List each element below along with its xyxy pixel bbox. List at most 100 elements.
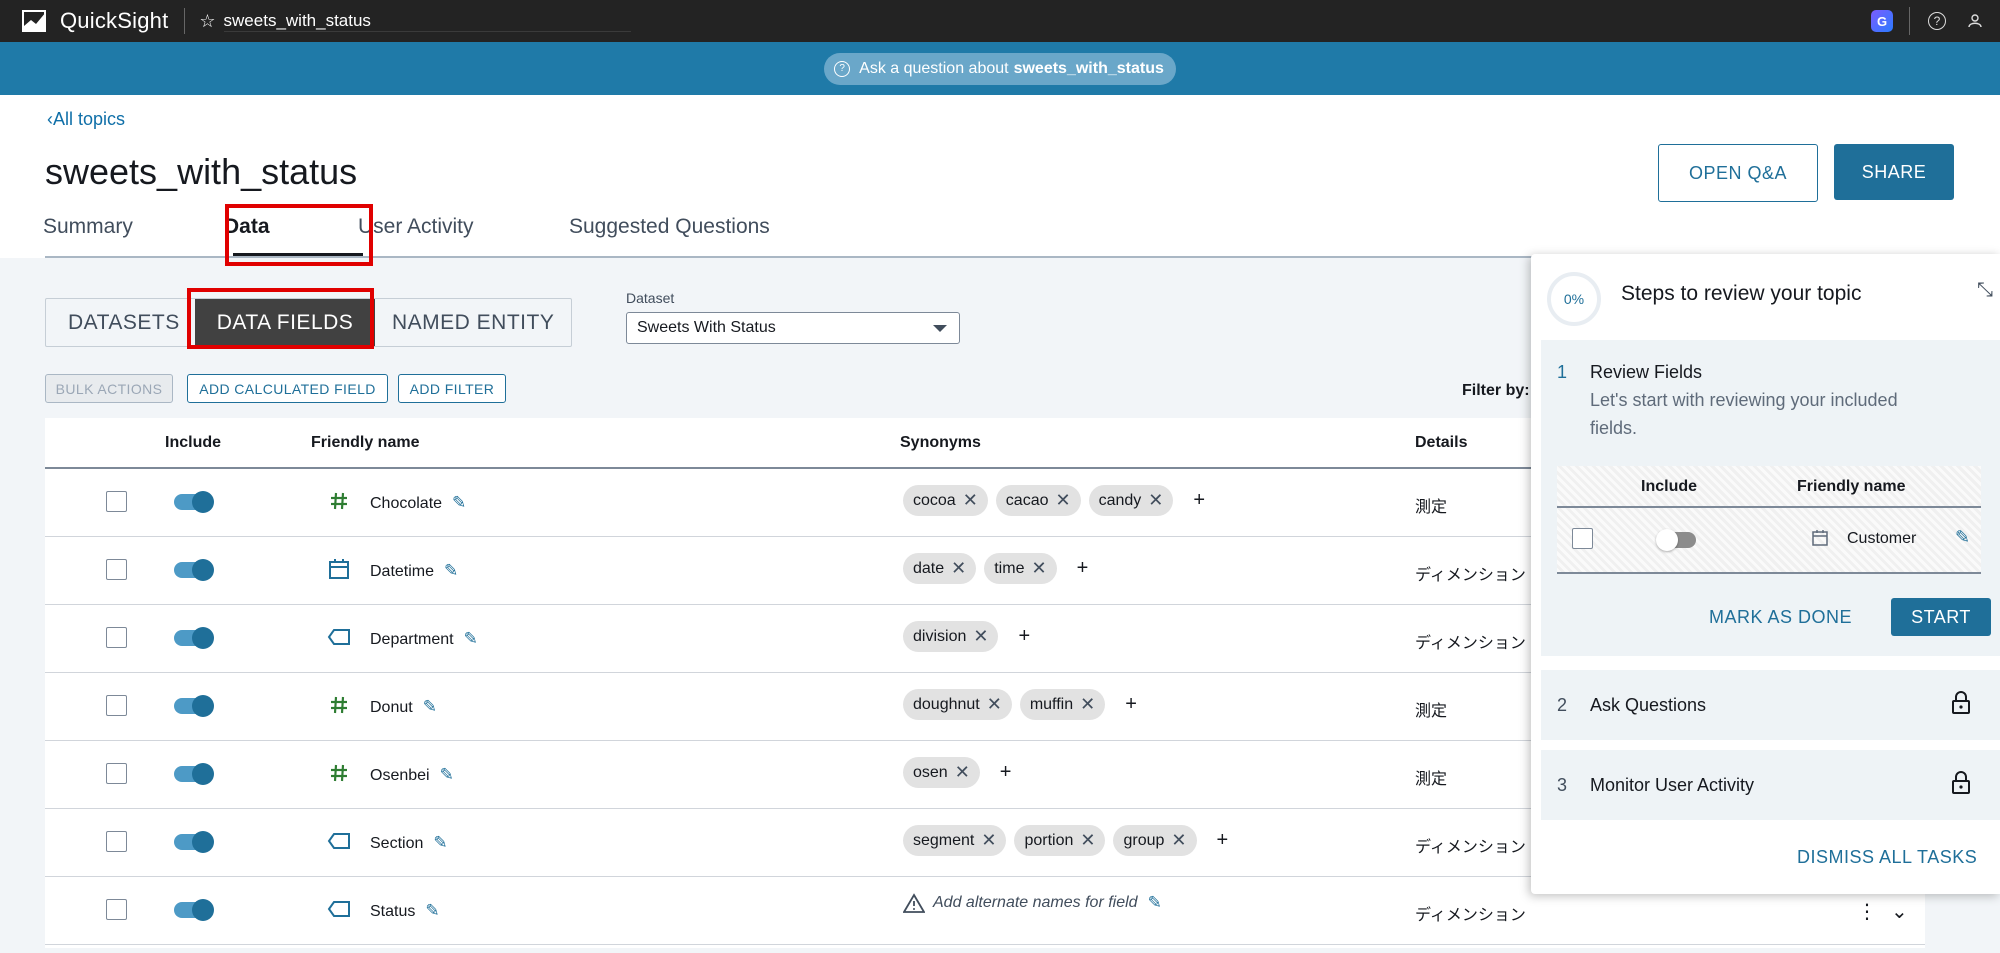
quicksight-logo[interactable]: QuickSight <box>22 8 168 34</box>
include-toggle[interactable] <box>174 763 214 785</box>
pencil-icon[interactable]: ✎ <box>1955 527 1970 548</box>
include-toggle[interactable] <box>174 899 214 921</box>
include-toggle[interactable] <box>174 559 214 581</box>
synonyms-cell: Add alternate names for field ✎ <box>903 893 1162 913</box>
synonym-placeholder[interactable]: Add alternate names for field ✎ <box>903 893 1162 913</box>
close-icon[interactable]: ✕ <box>955 762 970 783</box>
include-toggle[interactable] <box>174 491 214 513</box>
include-toggle[interactable] <box>174 695 214 717</box>
add-calculated-field-button[interactable]: ADD CALCULATED FIELD <box>187 374 388 403</box>
row-checkbox[interactable] <box>106 831 127 852</box>
page-title: sweets_with_status <box>45 151 358 192</box>
friendly-name: Datetime ✎ <box>370 561 459 581</box>
details-cell: ディメンション <box>1415 635 1526 652</box>
pencil-icon[interactable]: ✎ <box>440 765 454 785</box>
more-vertical-icon[interactable]: ⋮ <box>1857 899 1877 924</box>
row-checkbox[interactable] <box>106 763 127 784</box>
assistant-icon[interactable]: G <box>1871 10 1893 32</box>
synonyms-cell: segment ✕ portion ✕ group ✕ + <box>903 825 1228 856</box>
synonym-chip: candy ✕ <box>1088 485 1174 516</box>
synonym-chip: group ✕ <box>1113 825 1197 856</box>
chevron-down-icon[interactable]: ⌄ <box>1891 899 1908 924</box>
progress-ring: 0% <box>1547 272 1601 326</box>
add-synonym-icon[interactable]: + <box>1077 557 1089 580</box>
dimension-tag-icon <box>327 625 351 649</box>
dataset-select[interactable]: Sweets With Status <box>626 312 960 344</box>
step-review-fields: 1 Review Fields Let's start with reviewi… <box>1541 340 2000 656</box>
preview-checkbox[interactable] <box>1572 528 1593 549</box>
dismiss-all-tasks-button[interactable]: DISMISS ALL TASKS <box>1797 847 1977 868</box>
pencil-icon[interactable]: ✎ <box>1148 893 1162 913</box>
user-icon[interactable] <box>1966 12 1984 30</box>
pencil-icon[interactable]: ✎ <box>464 629 478 649</box>
preview-header-friendly: Friendly name <box>1797 478 1906 495</box>
panel-title: Steps to review your topic <box>1621 282 1862 305</box>
close-icon[interactable]: ✕ <box>1056 490 1071 511</box>
pencil-icon[interactable]: ✎ <box>425 901 439 921</box>
close-icon[interactable]: ✕ <box>981 830 996 851</box>
add-synonym-icon[interactable]: + <box>1018 625 1030 648</box>
close-icon[interactable]: ✕ <box>1171 830 1186 851</box>
tab-user-activity[interactable]: User Activity <box>358 213 474 239</box>
tab-suggested-questions[interactable]: Suggested Questions <box>569 213 770 239</box>
back-to-topics-link[interactable]: ‹All topics <box>47 109 125 130</box>
close-icon[interactable]: ✕ <box>973 626 988 647</box>
bulk-actions-button[interactable]: BULK ACTIONS <box>45 374 173 403</box>
collapse-icon[interactable]: ⤡ <box>1977 279 1993 302</box>
step-title: Ask Questions <box>1590 695 1707 715</box>
ask-topic: sweets_with_status <box>1013 59 1164 77</box>
add-synonym-icon[interactable]: + <box>1193 489 1205 512</box>
close-icon[interactable]: ✕ <box>963 490 978 511</box>
step-description: Let's start with reviewing your included… <box>1590 390 1898 438</box>
add-synonym-icon[interactable]: + <box>1217 829 1229 852</box>
start-button[interactable]: START <box>1891 598 1991 636</box>
synonym-chip: division ✕ <box>903 621 999 652</box>
close-icon[interactable]: ✕ <box>1080 830 1095 851</box>
caret-down-icon <box>933 325 947 332</box>
pencil-icon[interactable]: ✎ <box>452 493 466 513</box>
question-bubble-icon: ? <box>834 60 851 77</box>
header-synonyms: Synonyms <box>900 434 981 451</box>
step-number: 3 <box>1557 775 1568 795</box>
segment-named-entity[interactable]: NAMED ENTITY <box>392 299 554 346</box>
row-checkbox[interactable] <box>106 899 127 920</box>
step-title: Review Fields <box>1590 362 1703 382</box>
synonym-chip: doughnut ✕ <box>903 689 1012 720</box>
preview-toggle[interactable] <box>1656 529 1696 551</box>
measure-hash-icon <box>327 489 351 513</box>
pencil-icon[interactable]: ✎ <box>423 697 437 717</box>
star-icon[interactable]: ☆ <box>199 11 215 32</box>
pencil-icon[interactable]: ✎ <box>444 561 458 581</box>
highlight-box-data-tab <box>225 204 373 266</box>
segment-datasets[interactable]: DATASETS <box>68 299 180 346</box>
friendly-name: Section ✎ <box>370 833 448 853</box>
details-cell: 測定 <box>1415 771 1448 788</box>
close-icon[interactable]: ✕ <box>951 558 966 579</box>
friendly-name: Chocolate ✎ <box>370 493 467 513</box>
row-checkbox[interactable] <box>106 559 127 580</box>
help-icon[interactable]: ? <box>1928 12 1946 30</box>
mark-as-done-button[interactable]: MARK AS DONE <box>1709 607 1852 628</box>
close-icon[interactable]: ✕ <box>987 694 1002 715</box>
share-button[interactable]: SHARE <box>1834 144 1954 200</box>
include-toggle[interactable] <box>174 831 214 853</box>
lock-icon <box>1951 771 1971 800</box>
add-synonym-icon[interactable]: + <box>1125 693 1137 716</box>
pencil-icon[interactable]: ✎ <box>433 833 447 853</box>
row-checkbox[interactable] <box>106 491 127 512</box>
include-toggle[interactable] <box>174 627 214 649</box>
close-icon[interactable]: ✕ <box>1031 558 1046 579</box>
breadcrumb-title: sweets_with_status <box>223 11 631 32</box>
row-checkbox[interactable] <box>106 695 127 716</box>
open-qa-button[interactable]: OPEN Q&A <box>1658 144 1818 202</box>
dataset-label: Dataset <box>626 290 675 306</box>
synonyms-cell: cocoa ✕ cacao ✕ candy ✕ + <box>903 485 1205 516</box>
close-icon[interactable]: ✕ <box>1148 490 1163 511</box>
tab-summary[interactable]: Summary <box>43 213 133 239</box>
row-checkbox[interactable] <box>106 627 127 648</box>
add-filter-button[interactable]: ADD FILTER <box>398 374 506 403</box>
ask-question-button[interactable]: ? Ask a question about sweets_with_statu… <box>824 52 1176 85</box>
close-icon[interactable]: ✕ <box>1080 694 1095 715</box>
add-synonym-icon[interactable]: + <box>1000 761 1012 784</box>
synonym-chip: date ✕ <box>903 553 977 584</box>
